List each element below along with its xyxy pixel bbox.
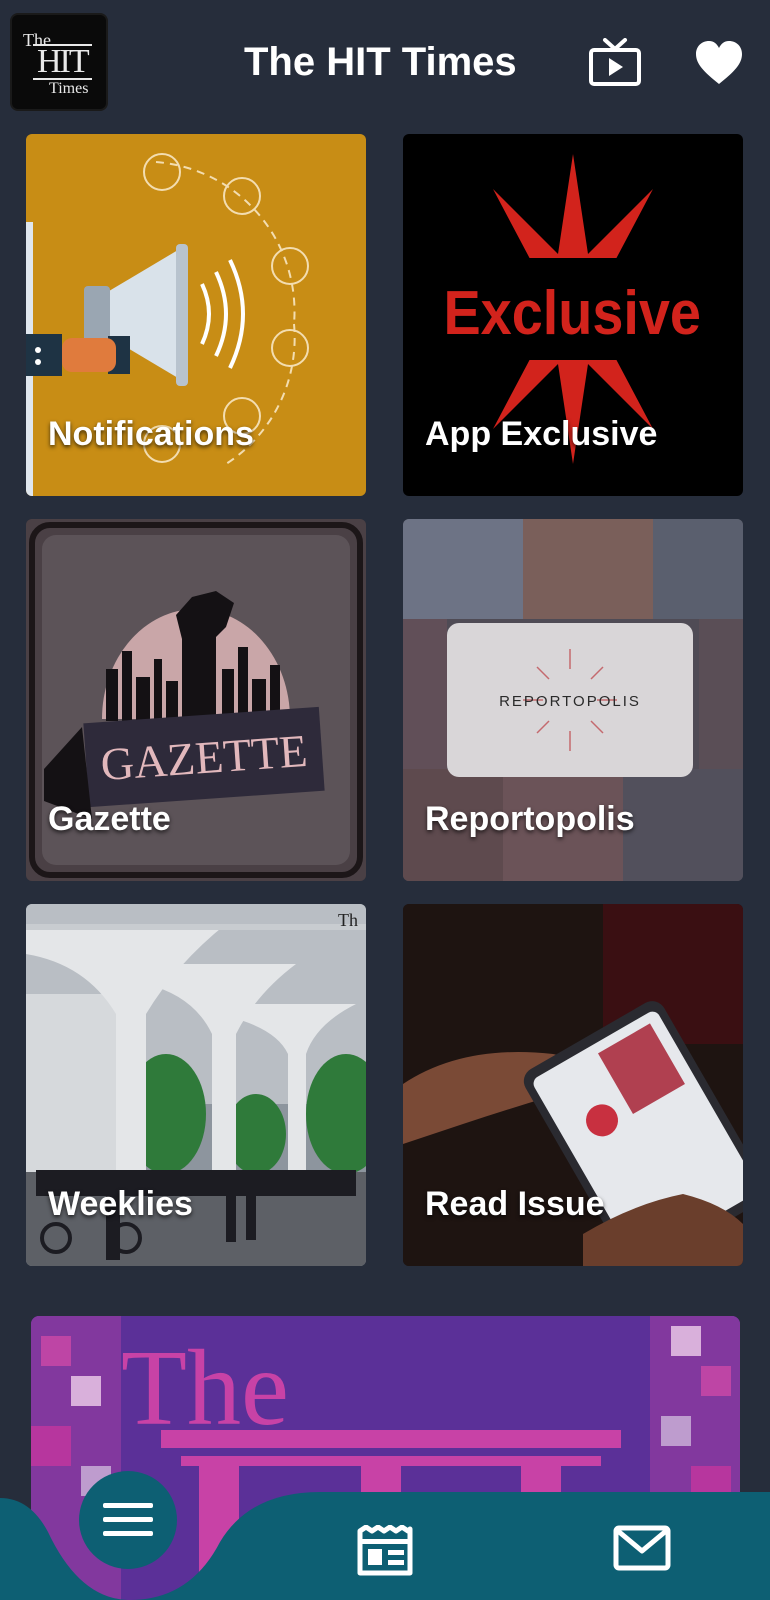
tile-reportopolis[interactable]: REPORTOPOLIS Reportopolis bbox=[403, 519, 743, 881]
heart-icon[interactable] bbox=[694, 40, 744, 86]
tile-label: App Exclusive bbox=[425, 415, 658, 453]
newspaper-icon[interactable] bbox=[356, 1524, 414, 1577]
tile-gazette[interactable]: GAZETTE Gazette bbox=[26, 519, 366, 881]
tile-label: Weeklies bbox=[48, 1185, 193, 1223]
tile-label: Gazette bbox=[48, 800, 171, 838]
weeklies-art-text: Th bbox=[338, 910, 358, 930]
tv-icon[interactable] bbox=[588, 38, 642, 88]
reportopolis-art-text: REPORTOPOLIS bbox=[499, 693, 641, 710]
exclusive-art-text: Exclusive bbox=[443, 279, 700, 347]
tile-app-exclusive[interactable]: Exclusive App Exclusive bbox=[403, 134, 743, 496]
menu-icon bbox=[103, 1503, 153, 1536]
mail-icon[interactable] bbox=[613, 1525, 671, 1571]
tile-label: Read Issue bbox=[425, 1185, 605, 1223]
top-bar: The HIT Times The HIT Times bbox=[0, 0, 770, 125]
logo-text-hit: HIT bbox=[33, 44, 92, 80]
tile-notifications[interactable]: Notifications bbox=[26, 134, 366, 496]
menu-button[interactable] bbox=[79, 1471, 177, 1569]
tile-label: Reportopolis bbox=[425, 800, 635, 838]
logo-mark: The HIT Times bbox=[21, 30, 101, 98]
app-title: The HIT Times bbox=[244, 40, 517, 84]
tile-weeklies[interactable]: Th Weeklies bbox=[26, 904, 366, 1266]
tile-label: Notifications bbox=[48, 415, 254, 453]
tile-read-issue[interactable]: Read Issue bbox=[403, 904, 743, 1266]
logo-text-times: Times bbox=[49, 80, 89, 97]
app-logo[interactable]: The HIT Times bbox=[10, 13, 108, 111]
